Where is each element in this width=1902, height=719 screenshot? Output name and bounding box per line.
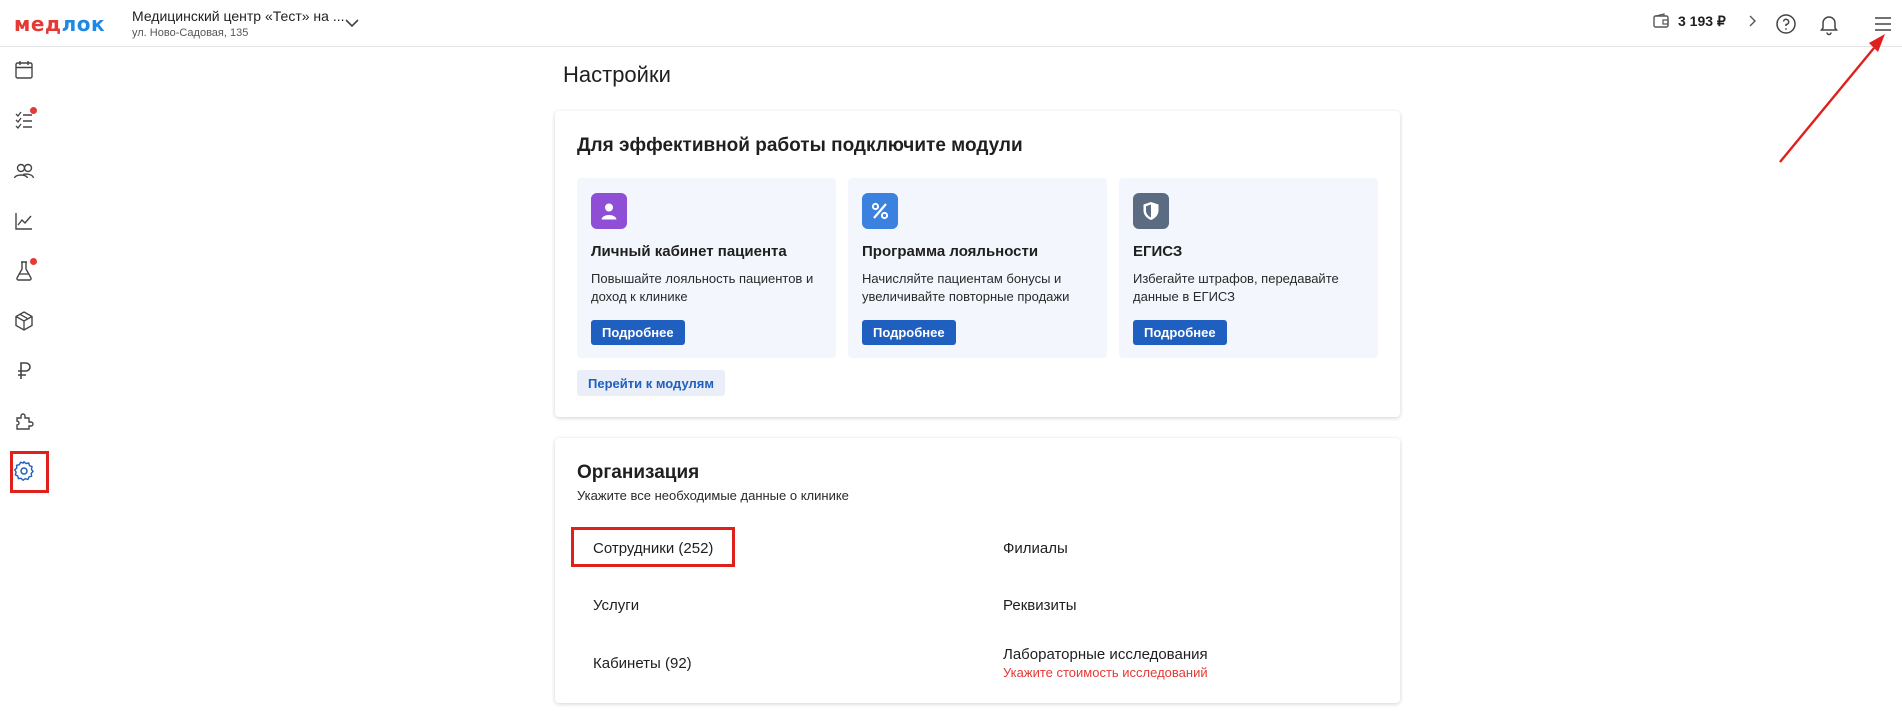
balance[interactable]: 3 193 ₽ (1652, 12, 1760, 30)
highlight-settings (10, 451, 49, 493)
analytics-icon[interactable] (12, 209, 36, 233)
wallet-icon (1653, 13, 1669, 28)
module-description: Повышайте лояльность пациентов и доход к… (591, 271, 814, 304)
branches-link[interactable]: Филиалы (1003, 540, 1068, 557)
highlight-employees (571, 527, 735, 567)
logo-part1: мед (14, 12, 62, 36)
clinic-selector[interactable]: Медицинский центр «Тест» на ... ул. Ново… (132, 8, 344, 39)
module-loyalty: Программа лояльности Начисляйте пациента… (848, 178, 1107, 358)
clinic-name: Медицинский центр «Тест» на ... (132, 8, 345, 24)
cabinets-link[interactable]: Кабинеты (92) (593, 655, 692, 672)
shield-icon (1133, 193, 1169, 229)
finance-icon[interactable] (12, 359, 36, 383)
notification-badge (30, 258, 37, 265)
organization-subtitle: Укажите все необходимые данные о клинике (577, 488, 849, 503)
warehouse-icon[interactable] (12, 309, 36, 333)
details-button[interactable]: Подробнее (862, 320, 956, 345)
services-link[interactable]: Услуги (593, 597, 639, 614)
percent-icon (862, 193, 898, 229)
module-title: Личный кабинет пациента (591, 243, 787, 260)
sidebar (0, 48, 49, 719)
module-title: ЕГИСЗ (1133, 243, 1183, 260)
chevron-right-icon (1749, 15, 1756, 27)
notification-badge (30, 107, 37, 114)
balance-amount: 3 193 ₽ (1678, 12, 1726, 29)
patients-icon[interactable] (12, 159, 36, 183)
organization-card-title: Организация (577, 462, 700, 483)
modules-card: Для эффективной работы подключите модули… (555, 111, 1400, 417)
lab-tests-warning: Укажите стоимость исследований (1003, 665, 1208, 680)
module-description: Избегайте штрафов, передавайте данные в … (1133, 271, 1339, 304)
logo-part2: лок (61, 12, 106, 36)
details-button[interactable]: Подробнее (591, 320, 685, 345)
details-button[interactable]: Подробнее (1133, 320, 1227, 345)
organization-card: Организация Укажите все необходимые данн… (555, 438, 1400, 703)
requisites-link[interactable]: Реквизиты (1003, 597, 1077, 614)
module-description: Начисляйте пациентам бонусы и увеличивай… (862, 271, 1070, 304)
module-egisz: ЕГИСЗ Избегайте штрафов, передавайте дан… (1119, 178, 1378, 358)
annotation-arrow (1779, 34, 1885, 163)
chevron-down-icon[interactable] (343, 14, 361, 32)
module-title: Программа лояльности (862, 243, 1039, 260)
logo[interactable]: медлок (14, 12, 105, 36)
module-patient-cabinet: Личный кабинет пациента Повышайте лояльн… (577, 178, 836, 358)
calendar-icon[interactable] (12, 58, 36, 82)
lab-nav[interactable] (12, 258, 37, 283)
top-bar: медлок Медицинский центр «Тест» на ... у… (0, 0, 1902, 47)
lab-tests-link[interactable]: Лабораторные исследования (1003, 646, 1208, 663)
goto-modules-button[interactable]: Перейти к модулям (577, 370, 725, 396)
patient-icon (591, 193, 627, 229)
page-title: Настройки (563, 62, 671, 87)
modules-icon[interactable] (12, 409, 36, 433)
modules-card-title: Для эффективной работы подключите модули (577, 135, 1023, 156)
clinic-address: ул. Ново-Садовая, 135 (132, 27, 249, 39)
tasks-nav[interactable] (12, 107, 37, 132)
